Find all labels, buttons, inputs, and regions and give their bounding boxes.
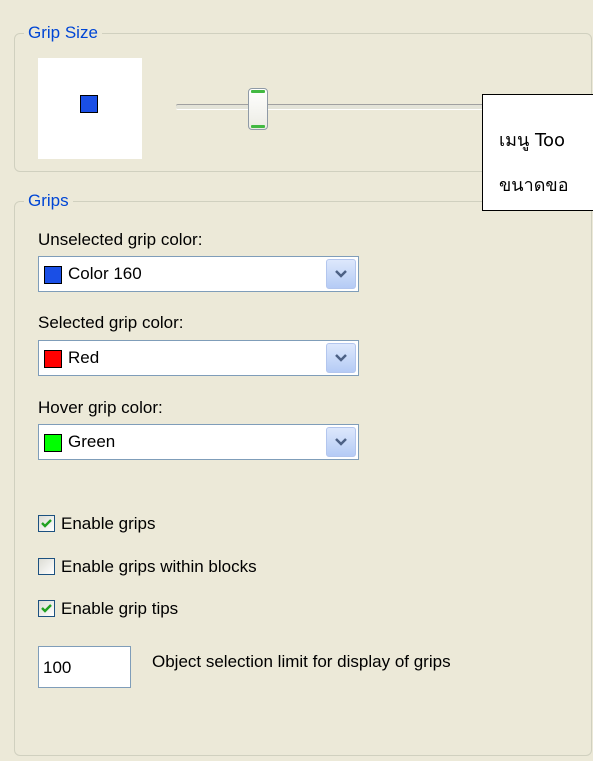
enable-grip-tips-label: Enable grip tips xyxy=(61,599,179,618)
enable-grips-within-blocks-checkbox[interactable] xyxy=(38,558,55,575)
unselected-grip-color-label: Unselected grip color: xyxy=(38,230,203,249)
dropdown-button[interactable] xyxy=(326,427,356,457)
hover-grip-color-select[interactable]: Green xyxy=(38,424,359,460)
chevron-down-icon xyxy=(335,438,347,446)
selected-grip-color-value: Red xyxy=(68,348,100,367)
selection-limit-label: Object selection limit for display of gr… xyxy=(152,652,451,671)
selected-grip-color-label: Selected grip color: xyxy=(38,313,184,332)
enable-grips-checkbox[interactable] xyxy=(38,515,55,532)
hover-grip-color-label: Hover grip color: xyxy=(38,398,163,417)
chevron-down-icon xyxy=(335,270,347,278)
tooltip-line-1: เมนู Too xyxy=(499,130,566,151)
grip-size-slider-thumb[interactable] xyxy=(248,88,268,130)
grip-preview-square xyxy=(80,95,98,113)
tooltip-callout: เมนู Too ขนาดขอ xyxy=(482,94,593,211)
selection-limit-input[interactable]: 100 xyxy=(38,646,131,688)
color-swatch xyxy=(44,350,62,368)
selected-grip-color-select[interactable]: Red xyxy=(38,340,359,376)
grip-size-title: Grip Size xyxy=(24,23,102,43)
unselected-grip-color-value: Color 160 xyxy=(68,264,142,283)
unselected-grip-color-select[interactable]: Color 160 xyxy=(38,256,359,292)
color-swatch xyxy=(44,266,62,284)
dropdown-button[interactable] xyxy=(326,259,356,289)
chevron-down-icon xyxy=(335,354,347,362)
dropdown-button[interactable] xyxy=(326,343,356,373)
color-swatch xyxy=(44,434,62,452)
hover-grip-color-value: Green xyxy=(68,432,116,451)
checkmark-icon xyxy=(41,519,52,528)
enable-grips-label: Enable grips xyxy=(61,514,156,533)
grip-size-preview xyxy=(38,58,142,159)
tooltip-line-2: ขนาดขอ xyxy=(499,175,569,196)
enable-grips-within-blocks-label: Enable grips within blocks xyxy=(61,557,257,576)
grips-title: Grips xyxy=(24,191,73,211)
enable-grip-tips-checkbox[interactable] xyxy=(38,600,55,617)
checkmark-icon xyxy=(41,604,52,613)
